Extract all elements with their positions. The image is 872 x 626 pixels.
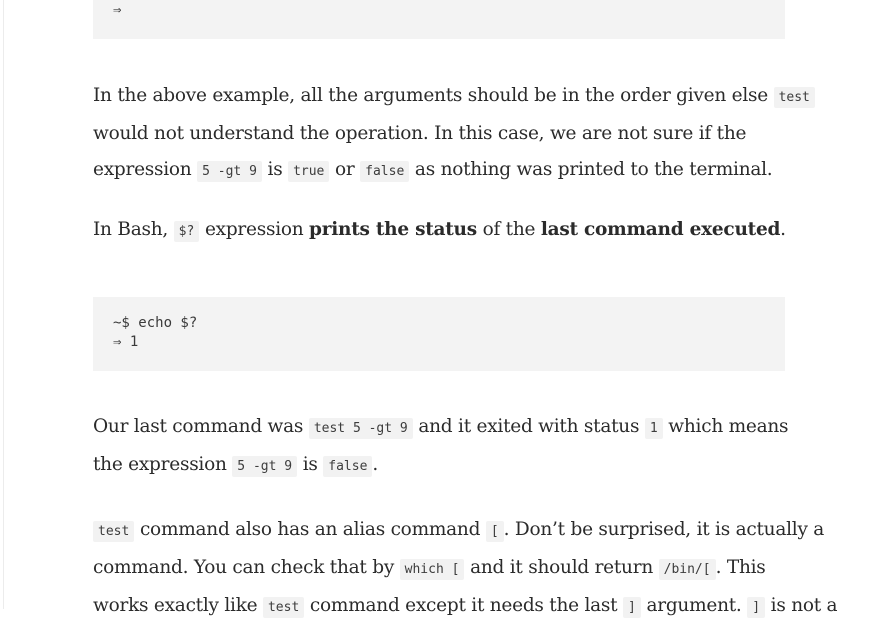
text: and it should return xyxy=(464,557,659,578)
text: the expression xyxy=(93,454,233,475)
bold-last-command: last command executed xyxy=(540,219,781,240)
text: is not a xyxy=(765,595,838,616)
code-block-echo[interactable]: ~$ echo $? ⇒ 1 xyxy=(93,297,785,371)
page-left-border xyxy=(3,0,4,609)
text: expression xyxy=(199,219,310,240)
text: command except it needs the last xyxy=(304,595,623,616)
inline-code-test-command: test 5 -gt 9 xyxy=(308,418,413,439)
code-line-command: ~$ echo $? xyxy=(113,315,198,331)
inline-code-false: false xyxy=(360,161,410,182)
inline-code-status-1: 1 xyxy=(644,418,663,439)
text: In the above example, all the arguments … xyxy=(93,85,774,106)
bold-prints-status: prints the status xyxy=(309,219,477,240)
paragraph-argument-order: In the above example, all the arguments … xyxy=(93,78,815,190)
code-line-output: ⇒ xyxy=(113,2,122,18)
page: { "code_block_top": { "line": "⇒" }, "pa… xyxy=(0,0,872,618)
code-line-result: ⇒ 1 xyxy=(113,334,139,350)
inline-code-status-var: $? xyxy=(173,221,200,242)
text: as nothing was printed to the terminal. xyxy=(409,159,773,180)
code-block-output[interactable]: ⇒ xyxy=(93,0,785,39)
inline-code-bin-bracket: /bin/[ xyxy=(658,559,716,580)
text: works exactly like xyxy=(93,595,263,616)
text: Our last command was xyxy=(93,416,309,437)
inline-code-expression: 5 -gt 9 xyxy=(232,456,298,477)
inline-code-bracket: [ xyxy=(485,521,504,542)
text: is xyxy=(297,454,324,475)
inline-code-which: which [ xyxy=(399,559,465,580)
inline-code-test: test xyxy=(773,87,815,108)
text: . xyxy=(372,454,379,475)
inline-code-expression: 5 -gt 9 xyxy=(197,161,262,182)
inline-code-true: true xyxy=(288,161,330,182)
text: would not understand the operation. In t… xyxy=(93,123,747,144)
text: which means xyxy=(662,416,789,437)
text: and it exited with status xyxy=(412,416,645,437)
text: of the xyxy=(476,219,541,240)
paragraph-exit-status: Our last command was test 5 -gt 9 and it… xyxy=(93,409,793,485)
inline-code-false: false xyxy=(323,456,373,477)
inline-code-test: test xyxy=(262,597,305,618)
text: command also has an alias command xyxy=(134,519,486,540)
text: or xyxy=(329,159,361,180)
text: command. You can check that by xyxy=(93,557,400,578)
text: In Bash, xyxy=(93,219,174,240)
text: . Don’t be surprised, it is actually a xyxy=(503,519,825,540)
inline-code-closing-bracket: ] xyxy=(747,597,766,618)
text: is xyxy=(261,159,289,180)
text: argument. xyxy=(640,595,748,616)
inline-code-test: test xyxy=(93,521,135,542)
text: expression xyxy=(93,159,198,180)
inline-code-closing-bracket: ] xyxy=(622,597,641,618)
text: . This xyxy=(715,557,766,578)
paragraph-bash-status: In Bash, $? expression prints the status… xyxy=(93,212,793,250)
text: . xyxy=(780,219,786,240)
